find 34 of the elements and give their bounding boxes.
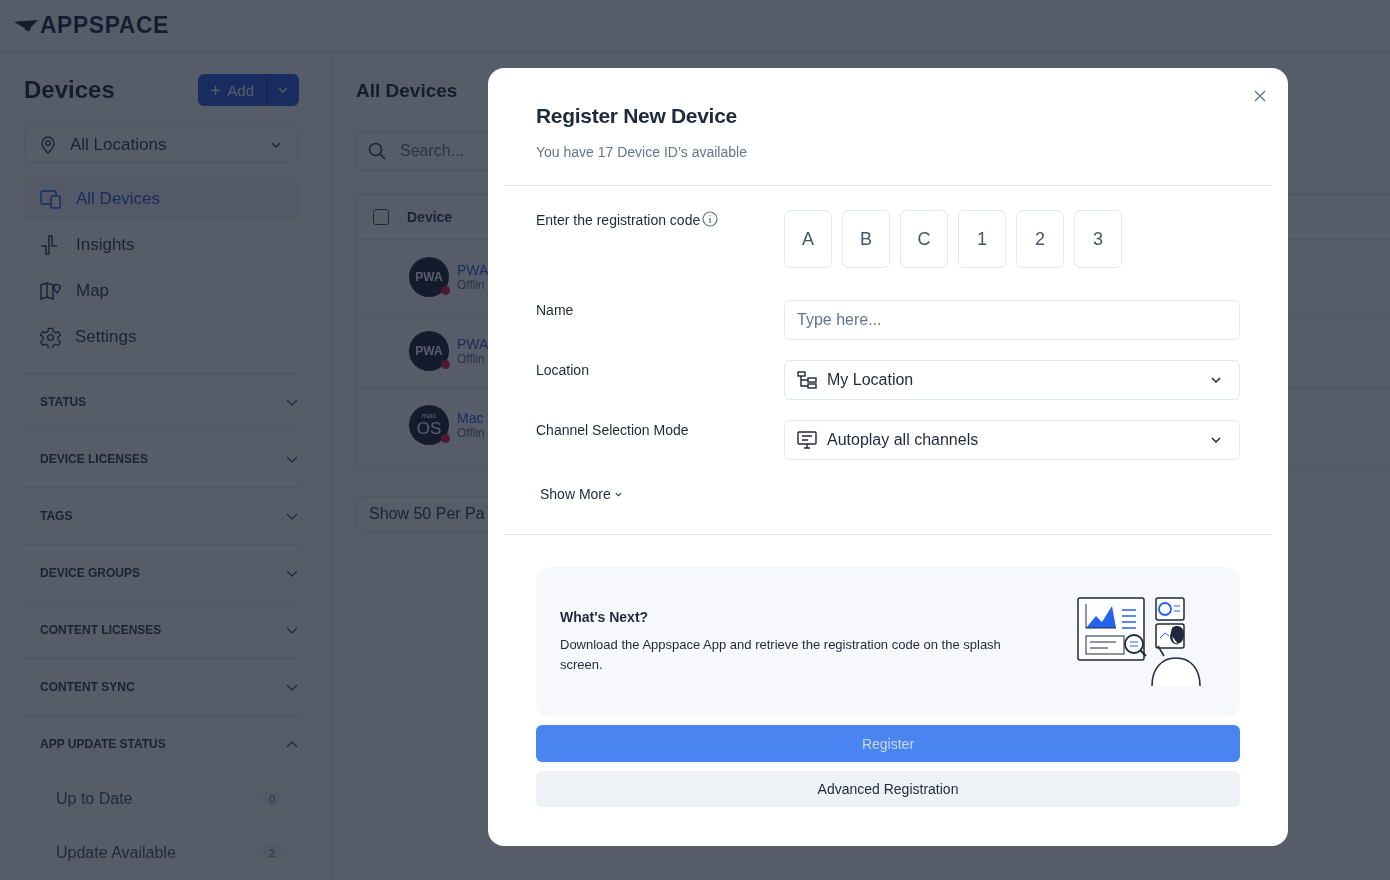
code-input[interactable]: B — [842, 210, 890, 268]
dialog-subtitle: You have 17 Device ID’s available — [536, 144, 748, 160]
code-input[interactable]: 2 — [1016, 210, 1064, 268]
chevron-down-icon — [1211, 377, 1221, 383]
close-icon — [1254, 90, 1266, 102]
code-input[interactable]: C — [900, 210, 948, 268]
logo-text: APPSPACE — [40, 12, 169, 39]
code-input[interactable]: A — [784, 210, 832, 268]
code-input[interactable]: 1 — [958, 210, 1006, 268]
field-label: Location — [536, 361, 590, 378]
device-name-link[interactable]: PWA — [457, 261, 489, 278]
field-label: Enter the registration code — [536, 211, 701, 228]
card-title: What's Next? — [560, 608, 650, 625]
location-select[interactable]: My Location — [784, 360, 1240, 400]
field-label: Channel Selection Mode — [536, 421, 690, 438]
channel-mode-select[interactable]: Autoplay all channels — [784, 420, 1240, 460]
hierarchy-icon — [797, 371, 817, 389]
field-label: Name — [536, 301, 575, 318]
close-button[interactable] — [1254, 90, 1266, 102]
dialog-title: Register New Device — [536, 104, 738, 128]
device-name-link[interactable]: PWA — [457, 335, 489, 352]
column-header[interactable]: Device — [407, 209, 453, 225]
chevron-down-icon — [614, 491, 622, 497]
sidebar-title: Devices — [24, 76, 115, 104]
info-icon[interactable] — [702, 211, 719, 227]
show-more-button[interactable]: Show More — [540, 486, 622, 502]
name-input[interactable]: Type here... — [784, 300, 1240, 340]
device-name-link[interactable]: Mac — [457, 409, 485, 426]
page-title: All Devices — [356, 80, 458, 102]
card-description: Download the Appspace App and retrieve the registration code on the splash screen. — [560, 635, 1002, 674]
advanced-registration-button[interactable]: Advanced Registration — [536, 771, 1240, 807]
monitor-icon — [797, 431, 817, 449]
code-input[interactable]: 3 — [1074, 210, 1122, 268]
chevron-down-icon — [1211, 437, 1221, 443]
